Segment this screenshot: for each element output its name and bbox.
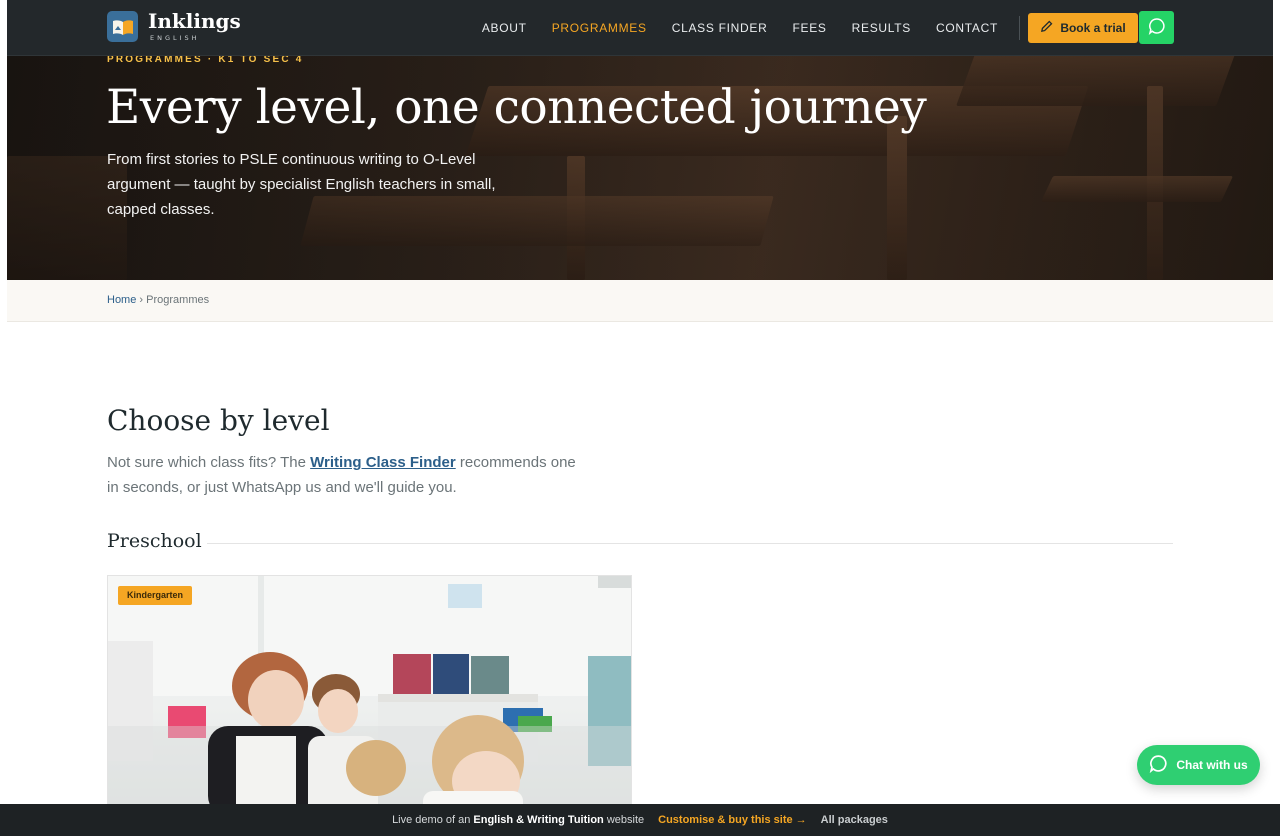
- intro-text-start: Not sure which class fits? The: [107, 454, 311, 471]
- level-badge: Kindergarten: [118, 586, 193, 605]
- chat-bubble-icon: [1149, 754, 1168, 776]
- nav-about[interactable]: ABOUT: [482, 21, 527, 35]
- hero-title: Every level, one connected journey: [106, 80, 927, 135]
- group-divider: [207, 543, 1173, 544]
- page: Inklings ENGLISH ABOUT PROGRAMMES CLASS …: [7, 0, 1273, 836]
- section-intro: Not sure which class fits? The Writing C…: [107, 450, 577, 500]
- book-trial-button[interactable]: Book a trial: [1028, 13, 1138, 43]
- hero-eyebrow: PROGRAMMES · K1 TO SEC 4: [107, 56, 304, 65]
- customise-buy-link[interactable]: Customise & buy this site →: [658, 814, 807, 826]
- kindergarten-photo: [108, 576, 631, 814]
- chat-with-us-button[interactable]: Chat with us: [1137, 745, 1260, 785]
- demo-text-start: Live demo of an: [392, 814, 474, 826]
- brand-logo[interactable]: Inklings ENGLISH: [107, 11, 241, 42]
- nav-programmes[interactable]: PROGRAMMES: [552, 21, 647, 35]
- hero-lede: From first stories to PSLE continuous wr…: [107, 151, 496, 218]
- programme-card-kindergarten[interactable]: Kindergarten: [107, 575, 632, 815]
- demo-description: Live demo of an English & Writing Tuitio…: [392, 814, 644, 826]
- top-nav: Inklings ENGLISH ABOUT PROGRAMMES CLASS …: [7, 0, 1273, 56]
- whatsapp-icon: [1148, 17, 1166, 39]
- demo-site-type: English & Writing Tuition: [473, 814, 604, 826]
- nav-results[interactable]: RESULTS: [852, 21, 911, 35]
- demo-text-end: website: [603, 814, 645, 826]
- main-menu: ABOUT PROGRAMMES CLASS FINDER FEES RESUL…: [482, 0, 998, 56]
- pencil-icon: [1040, 20, 1053, 36]
- all-packages-link[interactable]: All packages: [821, 814, 888, 826]
- brand-name: Inklings: [148, 9, 241, 34]
- nav-contact[interactable]: CONTACT: [936, 21, 998, 35]
- breadcrumb-separator: ›: [139, 294, 144, 306]
- demo-bar: Live demo of an English & Writing Tuitio…: [0, 804, 1280, 836]
- breadcrumb: Home › Programmes: [7, 280, 1273, 322]
- book-trial-label: Book a trial: [1060, 21, 1126, 35]
- nav-class-finder[interactable]: CLASS FINDER: [672, 21, 768, 35]
- breadcrumb-home[interactable]: Home: [107, 294, 136, 306]
- group-title-preschool: Preschool: [107, 530, 202, 552]
- chat-label: Chat with us: [1176, 758, 1248, 772]
- brand-subtitle: ENGLISH: [150, 34, 200, 43]
- section-heading: Choose by level: [107, 404, 330, 437]
- class-finder-link[interactable]: Writing Class Finder: [310, 454, 456, 471]
- nav-divider: [1019, 16, 1020, 40]
- hero: PROGRAMMES · K1 TO SEC 4 Every level, on…: [7, 56, 1273, 280]
- open-book-icon: [107, 11, 138, 42]
- breadcrumb-current: Programmes: [146, 294, 210, 306]
- whatsapp-button[interactable]: [1139, 11, 1174, 44]
- nav-fees[interactable]: FEES: [792, 21, 826, 35]
